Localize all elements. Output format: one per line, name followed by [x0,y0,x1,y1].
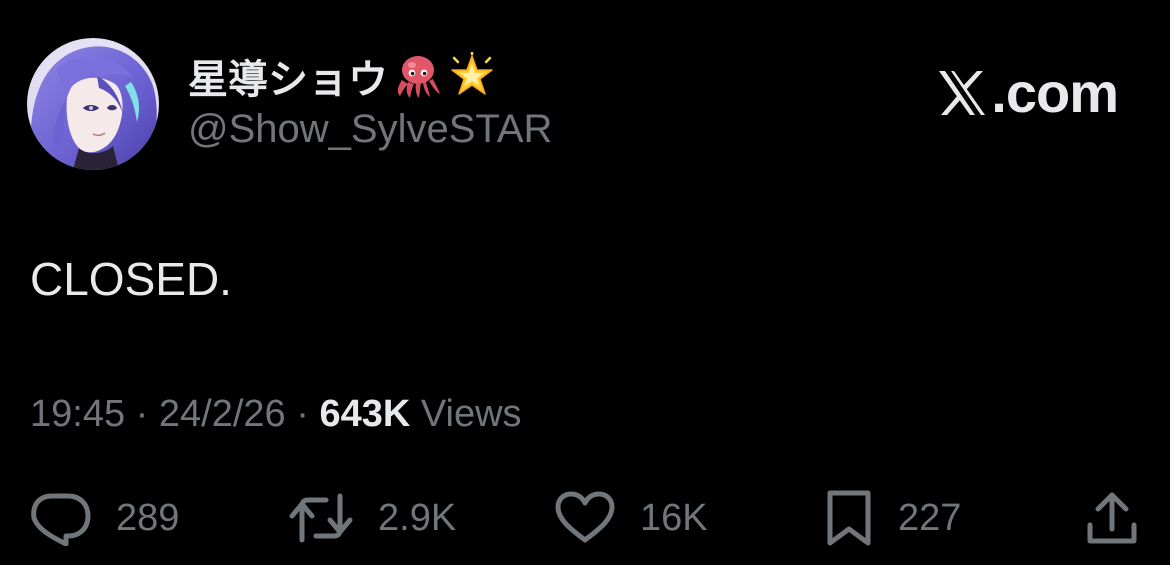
x-logo-icon [939,70,986,115]
avatar[interactable] [27,38,159,170]
glowing-star-emoji-icon [448,50,496,100]
post-time[interactable]: 19:45 [30,393,125,435]
post-text: CLOSED. [30,253,232,305]
like-count: 16K [640,496,708,539]
octopus-emoji-icon [392,52,444,100]
brand-label: .com [991,61,1119,124]
meta-separator: · [296,393,320,435]
heart-icon [555,491,615,543]
like-button[interactable]: 16K [554,488,708,548]
tweet-card: 星導ショウ @Show_SylveSTAR .com CLOSED. 19:45… [0,0,1170,565]
reply-icon [31,493,91,546]
share-icon [1087,492,1137,544]
repost-count: 2.9K [378,496,457,539]
brand-watermark: .com [937,60,1119,125]
views-count: 643K [319,393,411,435]
repost-button[interactable]: 2.9K [288,488,456,548]
bookmark-button[interactable]: 227 [824,488,961,548]
author-name-row[interactable]: 星導ショウ [188,47,496,105]
post-meta: 19:45 · 24/2/26 · 643K Views [30,393,522,436]
meta-separator: · [135,393,159,435]
action-bar: 289 2.9K 16K 227 [0,488,1170,548]
bookmark-count: 227 [898,496,962,539]
reply-count: 289 [116,496,180,539]
views-label: Views [420,393,522,435]
reply-button[interactable]: 289 [28,488,179,548]
bookmark-icon [827,490,871,546]
post-date[interactable]: 24/2/26 [159,393,286,435]
author-handle[interactable]: @Show_SylveSTAR [188,107,552,152]
avatar-image [27,38,159,170]
repost-icon [289,493,353,543]
author-display-name[interactable]: 星導ショウ [188,47,388,105]
share-button[interactable] [1084,488,1140,548]
